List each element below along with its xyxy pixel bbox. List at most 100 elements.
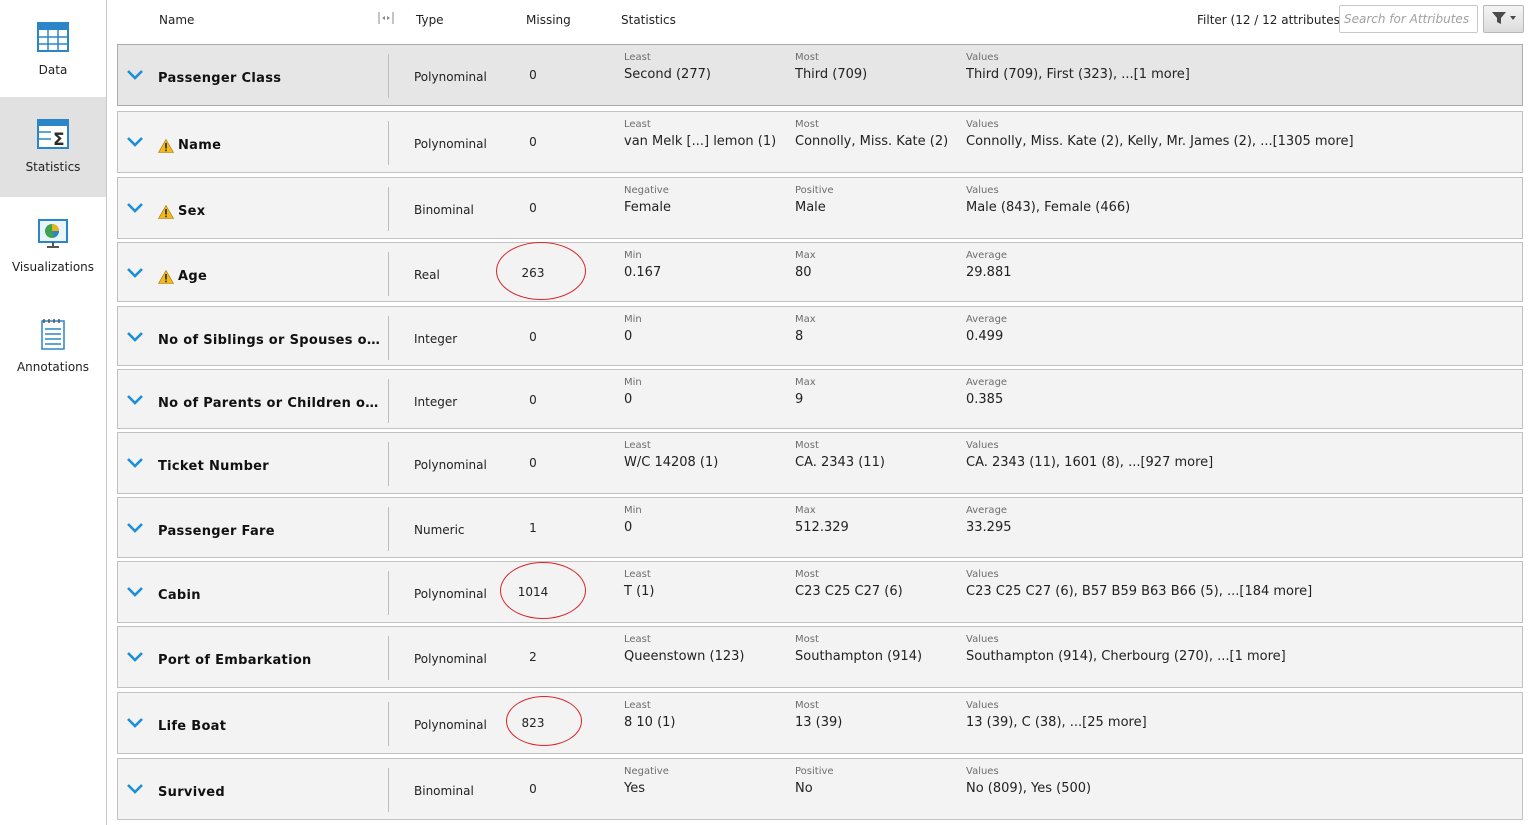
attribute-row[interactable]: No of Parents or Children on B... Integer… [117, 369, 1523, 429]
statistic-value: Male (843), Female (466) [966, 200, 1131, 215]
missing-count: 0 [529, 330, 537, 344]
column-divider [388, 702, 389, 746]
statistic-label: Least [624, 700, 651, 711]
attribute-row[interactable]: No of Siblings or Spouses on B... Integer… [117, 306, 1523, 366]
statistic-value: Second (277) [624, 67, 711, 82]
filter-label: Filter (12 / 12 attributes): [1197, 13, 1349, 27]
attribute-row[interactable]: Passenger Class Polynominal 0 Least Second (… [117, 44, 1523, 106]
statistics-icon: Σ [36, 117, 70, 151]
statistic-label: Max [795, 505, 816, 516]
statistic-label: Min [624, 505, 642, 516]
statistic-value: Third (709) [795, 67, 868, 82]
chevron-down-icon[interactable] [126, 134, 144, 148]
notepad-icon [36, 317, 70, 351]
attribute-row[interactable]: Ticket Number Polynominal 0 Least W/C 14208 … [117, 432, 1523, 494]
statistic-value: Female [624, 200, 672, 215]
header-missing[interactable]: Missing [526, 13, 571, 27]
search-input[interactable] [1339, 5, 1478, 33]
statistic-value: 0 [624, 520, 633, 535]
chevron-down-icon[interactable] [126, 329, 144, 343]
statistic-value: 13 (39) [795, 715, 843, 730]
results-view: Data Σ Statistics Visualizations Annotat… [0, 0, 1537, 825]
attribute-type: Numeric [414, 523, 465, 537]
chevron-down-icon[interactable] [126, 67, 144, 81]
statistic-value: No [795, 781, 813, 796]
statistic-value: 80 [795, 265, 812, 280]
sidebar-item-label: Statistics [25, 160, 81, 174]
header-type[interactable]: Type [416, 13, 444, 27]
sidebar-item-statistics[interactable]: Σ Statistics [0, 97, 106, 197]
column-divider [388, 507, 389, 551]
column-divider [388, 54, 389, 98]
statistic-label: Values [966, 634, 999, 645]
attribute-row[interactable]: Survived Binominal 0 Negative Yes Positive No V… [117, 758, 1523, 820]
chevron-down-icon[interactable] [126, 781, 144, 795]
statistic-value: Southampton (914) [795, 649, 923, 664]
statistic-label: Least [624, 119, 651, 130]
statistic-label: Most [795, 119, 819, 130]
header-name[interactable]: Name [159, 13, 194, 27]
attribute-row[interactable]: Port of Embarkation Polynominal 2 Least Quee… [117, 626, 1523, 688]
chevron-down-icon[interactable] [126, 392, 144, 406]
missing-count: 0 [529, 782, 537, 796]
statistic-value: Male [795, 200, 826, 215]
statistic-value: 8 [795, 329, 804, 344]
warning-icon [157, 204, 175, 219]
attribute-name: Life Boat [158, 719, 227, 734]
statistic-label: Average [966, 250, 1008, 261]
statistic-value: 8 10 (1) [624, 715, 676, 730]
attribute-type: Integer [414, 395, 458, 409]
warning-icon [157, 138, 175, 153]
sidebar-item-annotations[interactable]: Annotations [0, 297, 106, 397]
statistic-value: CA. 2343 (11), 1601 (8), ...[927 more] [966, 455, 1214, 470]
statistic-value: 0.167 [624, 265, 662, 280]
table-header: Name Type Missing Statistics Filter (12 … [107, 0, 1537, 40]
attribute-type: Real [414, 268, 440, 282]
attribute-name: No of Siblings or Spouses on B... [158, 333, 386, 348]
attribute-type: Binominal [414, 203, 474, 217]
statistic-value: Queenstown (123) [624, 649, 745, 664]
statistic-value: 29.881 [966, 265, 1012, 280]
chevron-down-icon[interactable] [126, 649, 144, 663]
statistic-label: Least [624, 52, 651, 63]
statistic-value: 512.329 [795, 520, 849, 535]
attribute-row[interactable]: Life Boat Polynominal 823 Least 8 10 (1) Most… [117, 692, 1523, 754]
statistic-label: Values [966, 52, 999, 63]
statistic-label: Max [795, 314, 816, 325]
attribute-type: Integer [414, 332, 458, 346]
attribute-name: Passenger Class [158, 71, 282, 86]
attribute-name: Port of Embarkation [158, 653, 312, 668]
attribute-row[interactable]: Sex Binominal 0 Negative Female Positive Male V… [117, 177, 1523, 239]
chevron-down-icon[interactable] [126, 200, 144, 214]
chevron-down-icon[interactable] [126, 715, 144, 729]
statistic-label: Values [966, 185, 999, 196]
table-icon [36, 20, 70, 54]
column-divider [388, 316, 389, 360]
attribute-type: Polynominal [414, 652, 487, 666]
attribute-name: Survived [158, 785, 225, 800]
funnel-icon [1490, 10, 1518, 29]
chevron-down-icon[interactable] [126, 455, 144, 469]
statistic-label: Negative [624, 766, 669, 777]
column-resize-handle[interactable] [377, 11, 395, 28]
filter-dropdown-button[interactable] [1483, 5, 1524, 33]
statistic-label: Least [624, 440, 651, 451]
sidebar-item-visualizations[interactable]: Visualizations [0, 197, 106, 297]
statistic-value: Yes [624, 781, 645, 796]
attribute-row[interactable]: Cabin Polynominal 1014 Least T (1) Most C23 C2… [117, 561, 1523, 623]
attribute-row[interactable]: Name Polynominal 0 Least van Melk [...] lemo… [117, 111, 1523, 173]
attribute-row[interactable]: Age Real 263 Min 0.167 Max 80 Average 29.881 [117, 242, 1523, 302]
chevron-down-icon[interactable] [126, 265, 144, 279]
attribute-type: Polynominal [414, 718, 487, 732]
attribute-type: Polynominal [414, 458, 487, 472]
chevron-down-icon[interactable] [126, 584, 144, 598]
column-divider [388, 252, 389, 296]
missing-count: 0 [529, 201, 537, 215]
statistic-label: Max [795, 377, 816, 388]
attribute-row[interactable]: Passenger Fare Numeric 1 Min 0 Max 512.329 Aver… [117, 497, 1523, 558]
sidebar-item-data[interactable]: Data [0, 0, 106, 100]
missing-count: 823 [521, 716, 545, 730]
statistic-label: Average [966, 377, 1008, 388]
attribute-name: Age [178, 269, 208, 284]
chevron-down-icon[interactable] [126, 520, 144, 534]
